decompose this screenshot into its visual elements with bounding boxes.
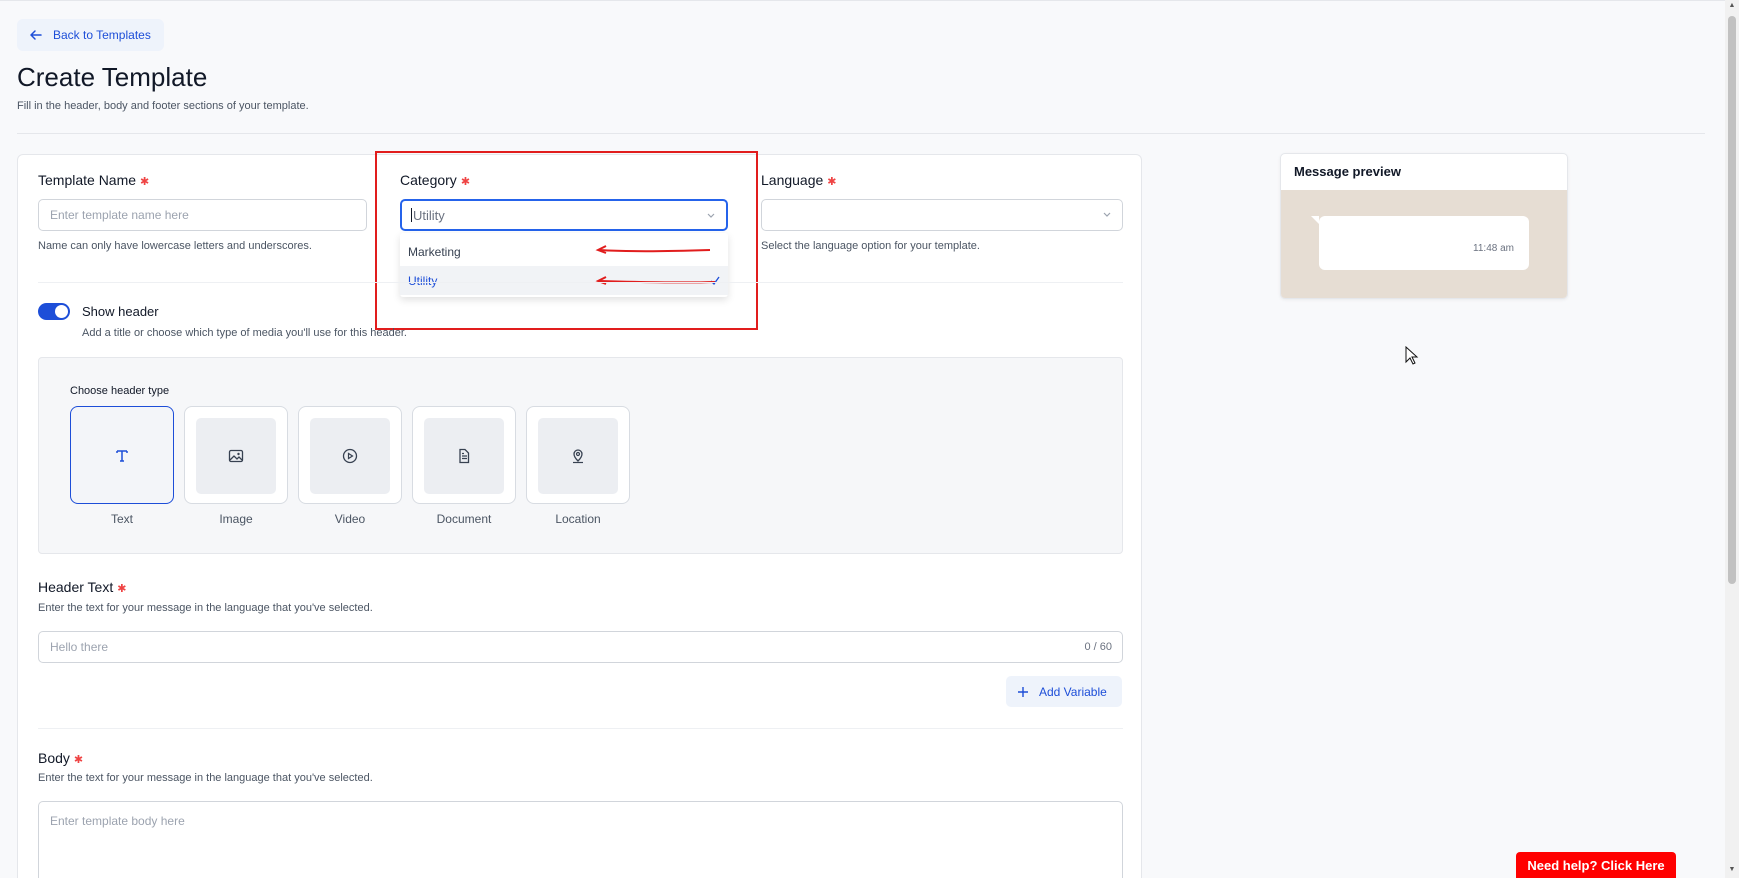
required-marker: ✱ <box>117 583 127 595</box>
header-type-video[interactable] <box>298 406 402 504</box>
header-text-input[interactable]: Hello there 0 / 60 <box>38 631 1123 663</box>
tile-icon-wrap <box>82 418 162 494</box>
header-type-image-label: Image <box>219 512 253 526</box>
choose-header-type-label: Choose header type <box>70 385 170 397</box>
chat-background: 11:48 am <box>1281 190 1567 298</box>
play-icon <box>342 448 358 464</box>
section-divider <box>38 728 1123 729</box>
tile-icon-wrap <box>538 418 618 494</box>
image-icon <box>228 449 244 463</box>
annotation-arrow <box>599 249 711 253</box>
header-divider <box>17 133 1705 134</box>
header-type-location[interactable] <box>526 406 630 504</box>
template-name-placeholder: Enter template name here <box>50 208 189 222</box>
header-text-label: Header Text ✱ <box>38 579 126 595</box>
page-subtitle: Fill in the header, body and footer sect… <box>17 100 309 112</box>
plus-icon <box>1018 686 1028 697</box>
show-header-label: Show header <box>82 304 159 319</box>
body-textarea[interactable]: Enter template body here <box>38 801 1123 878</box>
template-name-input[interactable]: Enter template name here <box>38 199 367 231</box>
add-variable-button[interactable]: Add Variable <box>1006 676 1122 707</box>
show-header-toggle[interactable] <box>38 303 70 320</box>
page-scrollbar[interactable]: ▲ ▼ <box>1725 0 1739 878</box>
template-name-label: Template Name ✱ <box>38 172 149 188</box>
header-text-label-text: Header Text <box>38 579 114 595</box>
required-marker: ✱ <box>73 754 84 766</box>
body-placeholder: Enter template body here <box>50 814 185 828</box>
chevron-down-icon <box>1103 212 1111 217</box>
body-label: Body ✱ <box>38 750 83 766</box>
message-time: 11:48 am <box>1473 243 1514 254</box>
template-name-hint: Name can only have lowercase letters and… <box>38 240 312 252</box>
need-help-button[interactable]: Need help? Click Here <box>1516 852 1676 878</box>
language-hint: Select the language option for your temp… <box>761 240 980 252</box>
location-pin-icon <box>573 449 583 464</box>
back-to-templates-label: Back to Templates <box>53 28 151 42</box>
required-marker: ✱ <box>140 176 150 188</box>
scroll-down-icon[interactable]: ▼ <box>1728 866 1736 874</box>
header-text-hint: Enter the text for your message in the l… <box>38 602 373 614</box>
required-marker: ✱ <box>827 176 837 188</box>
back-to-templates-button[interactable]: Back to Templates <box>17 19 164 51</box>
show-header-hint: Add a title or choose which type of medi… <box>82 327 407 339</box>
message-bubble: 11:48 am <box>1311 216 1529 270</box>
char-counter: 0 / 60 <box>1084 641 1112 653</box>
add-variable-label: Add Variable <box>1039 684 1107 699</box>
text-t-icon <box>116 450 128 462</box>
arrow-left-icon <box>30 30 42 40</box>
header-type-image[interactable] <box>184 406 288 504</box>
scroll-thumb[interactable] <box>1728 16 1736 584</box>
body-hint: Enter the text for your message in the l… <box>38 772 373 784</box>
body-label-text: Body <box>38 750 70 766</box>
language-label: Language ✱ <box>761 172 837 188</box>
page-title: Create Template <box>17 62 208 92</box>
header-type-text[interactable] <box>70 406 174 504</box>
header-type-document-label: Document <box>436 512 492 526</box>
language-label-text: Language <box>761 172 824 188</box>
header-text-placeholder: Hello there <box>50 640 109 654</box>
header-type-video-label: Video <box>334 512 366 526</box>
document-icon <box>459 448 470 464</box>
tile-icon-wrap <box>196 418 276 494</box>
template-name-label-text: Template Name <box>38 172 137 188</box>
mouse-cursor-icon <box>1405 346 1419 365</box>
header-type-text-label: Text <box>110 512 133 526</box>
top-border <box>0 0 1725 1</box>
tile-icon-wrap <box>310 418 390 494</box>
message-preview-card: Message preview 11:48 am <box>1280 153 1568 299</box>
section-divider <box>38 282 1123 283</box>
message-preview-title: Message preview <box>1294 164 1401 179</box>
tile-icon-wrap <box>424 418 504 494</box>
header-type-location-label: Location <box>555 512 601 526</box>
language-select[interactable] <box>761 199 1123 231</box>
scroll-up-icon[interactable]: ▲ <box>1728 2 1736 10</box>
header-type-document[interactable] <box>412 406 516 504</box>
